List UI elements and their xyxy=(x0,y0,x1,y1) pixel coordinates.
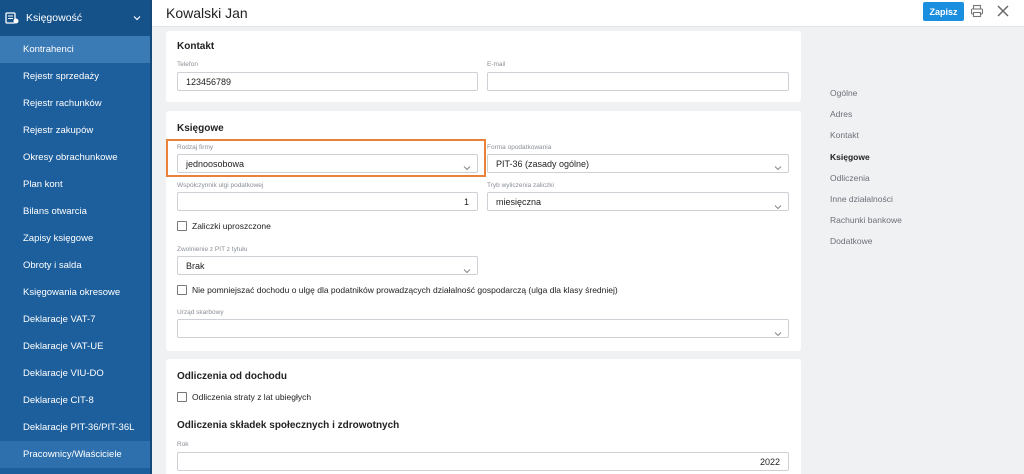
year-label: Rok xyxy=(177,441,189,448)
sidebar-item-ksiegowania-okresowe[interactable]: Księgowania okresowe xyxy=(0,279,152,306)
odliczenia-card: Odliczenia od dochodu Odliczenia straty … xyxy=(166,359,801,474)
sidebar-item-kontrahenci[interactable]: Kontrahenci xyxy=(0,36,152,63)
sidebar-item-obroty-i-salda[interactable]: Obroty i salda xyxy=(0,252,152,279)
page-title: Kowalski Jan xyxy=(166,5,248,21)
phone-label: Telefon xyxy=(177,61,198,68)
year-value: 2022 xyxy=(759,456,780,467)
print-icon[interactable] xyxy=(970,4,984,18)
right-nav-kontakt[interactable]: Kontakt xyxy=(830,130,859,140)
sidebar-item-label: Pracownicy/Właściciele xyxy=(23,449,122,460)
right-nav-odliczenia[interactable]: Odliczenia xyxy=(830,173,870,183)
simplified-label: Zaliczki uproszczone xyxy=(192,221,271,231)
pit-exempt-select[interactable]: Brak xyxy=(177,256,478,275)
ksiegowe-title: Księgowe xyxy=(177,123,224,134)
social-title: Odliczenia składek społecznych i zdrowot… xyxy=(177,420,400,431)
ksiegowe-card: Księgowe Rodzaj firmy jednoosobowa Forma… xyxy=(166,111,801,351)
sidebar-item-label: Okresy obrachunkowe xyxy=(23,152,118,163)
sidebar-item-okresy-obrachunkowe[interactable]: Okresy obrachunkowe xyxy=(0,144,152,171)
kontakt-title: Kontakt xyxy=(177,41,215,52)
firm-type-select[interactable]: jednoosobowa xyxy=(177,154,478,173)
sidebar-item-label: Deklaracje VAT-7 xyxy=(23,314,96,325)
sidebar-item-label: Obroty i salda xyxy=(23,260,82,271)
right-nav-ogolne[interactable]: Ogólne xyxy=(830,88,857,98)
relief-label: Współczynnik ulgi podatkowej xyxy=(177,182,264,189)
sidebar-item-deklaracje-pit-36[interactable]: Deklaracje PIT-36/PIT-36L xyxy=(0,414,152,441)
sidebar-item-label: Kontrahenci xyxy=(23,44,74,55)
tax-form-select[interactable]: PIT-36 (zasady ogólne) xyxy=(487,154,789,173)
simplified-checkbox[interactable] xyxy=(177,221,187,231)
email-field[interactable] xyxy=(487,72,789,91)
sidebar-section-label: Księgowość xyxy=(26,12,83,24)
odliczenia-title: Odliczenia od dochodu xyxy=(177,371,287,382)
sidebar-item-label: Deklaracje VIU-DO xyxy=(23,368,104,379)
advance-mode-label: Tryb wyliczenia zaliczki xyxy=(487,182,554,189)
right-nav-rachunki-bankowe[interactable]: Rachunki bankowe xyxy=(830,215,902,225)
sidebar-item-label: Deklaracje VAT-UE xyxy=(23,341,104,352)
phone-value: 123456789 xyxy=(186,76,232,87)
firm-type-value: jednoosobowa xyxy=(186,158,245,169)
chevron-down-icon xyxy=(463,159,471,171)
sidebar-item-label: Bilans otwarcia xyxy=(23,206,87,217)
right-nav-ksiegowe[interactable]: Księgowe xyxy=(830,152,870,162)
tax-office-select[interactable] xyxy=(177,319,789,338)
sidebar-scrollbar[interactable] xyxy=(150,0,152,474)
chevron-down-icon xyxy=(774,159,782,171)
sidebar-item-label: Deklaracje PIT-36/PIT-36L xyxy=(23,422,135,433)
sidebar-item-deklaracje-vat-ue[interactable]: Deklaracje VAT-UE xyxy=(0,333,152,360)
sidebar-item-label: Plan kont xyxy=(23,179,63,190)
chevron-down-icon xyxy=(463,262,471,274)
sidebar-item-pracownicy-wlasciciele[interactable]: Pracownicy/Właściciele xyxy=(0,441,152,468)
chevron-down-icon xyxy=(774,198,782,210)
sidebar-item-deklaracje-vat-7[interactable]: Deklaracje VAT-7 xyxy=(0,306,152,333)
right-nav-inne-dzialalnosci[interactable]: Inne działalności xyxy=(830,194,893,204)
accounting-icon xyxy=(5,11,19,25)
chevron-down-icon[interactable] xyxy=(133,13,141,21)
advance-mode-select[interactable]: miesięczna xyxy=(487,192,789,211)
loss-checkbox[interactable] xyxy=(177,392,187,402)
sidebar-item-rejestr-zakupow[interactable]: Rejestr zakupów xyxy=(0,117,152,144)
tax-form-label: Forma opodatkowania xyxy=(487,144,552,151)
kontakt-card: Kontakt Telefon 123456789 E-mail xyxy=(166,31,801,102)
chevron-down-icon xyxy=(774,325,782,337)
sidebar-item-bilans-otwarcia[interactable]: Bilans otwarcia xyxy=(0,198,152,225)
sidebar-item-deklaracje-cit-8[interactable]: Deklaracje CIT-8 xyxy=(0,387,152,414)
firm-type-label: Rodzaj firmy xyxy=(177,144,214,151)
phone-field[interactable]: 123456789 xyxy=(177,72,478,91)
sidebar-item-rejestr-sprzedazy[interactable]: Rejestr sprzedaży xyxy=(0,63,152,90)
sidebar: Księgowość Kontrahenci Rejestr sprzedaży… xyxy=(0,0,152,474)
tax-form-value: PIT-36 (zasady ogólne) xyxy=(496,158,590,169)
sidebar-item-rejestr-rachunkow[interactable]: Rejestr rachunków xyxy=(0,90,152,117)
email-label: E-mail xyxy=(487,61,506,68)
sidebar-section-ksiegowosc[interactable]: Księgowość xyxy=(0,0,152,36)
right-nav-adres[interactable]: Adres xyxy=(830,109,852,119)
sidebar-item-label: Rejestr zakupów xyxy=(23,125,94,136)
relief-value: 1 xyxy=(463,196,469,207)
right-nav-dodatkowe[interactable]: Dodatkowe xyxy=(830,236,873,246)
loss-label: Odliczenia straty z lat ubiegłych xyxy=(192,392,312,402)
pit-exempt-label: Zwolnienie z PIT z tytułu xyxy=(177,246,248,253)
no-reduce-label: Nie pomniejszać dochodu o ulgę dla podat… xyxy=(192,285,618,295)
sidebar-item-deklaracje-viu-do[interactable]: Deklaracje VIU-DO xyxy=(0,360,152,387)
close-icon[interactable] xyxy=(996,4,1010,18)
no-reduce-checkbox[interactable] xyxy=(177,285,187,295)
year-input[interactable]: 2022 xyxy=(177,452,789,471)
sidebar-item-label: Rejestr sprzedaży xyxy=(23,71,100,82)
sidebar-item-plan-kont[interactable]: Plan kont xyxy=(0,171,152,198)
tax-office-label: Urząd skarbowy xyxy=(177,309,224,316)
pit-exempt-value: Brak xyxy=(186,260,205,271)
top-bar: Kowalski Jan Zapisz xyxy=(152,0,1024,27)
sidebar-item-zapisy-ksiegowe[interactable]: Zapisy księgowe xyxy=(0,225,152,252)
sidebar-item-label: Zapisy księgowe xyxy=(23,233,94,244)
sidebar-item-label: Rejestr rachunków xyxy=(23,98,102,109)
sidebar-item-label: Księgowania okresowe xyxy=(23,287,121,298)
advance-mode-value: miesięczna xyxy=(496,196,542,207)
relief-input[interactable]: 1 xyxy=(177,192,478,211)
save-button[interactable]: Zapisz xyxy=(923,2,964,21)
sidebar-item-label: Deklaracje CIT-8 xyxy=(23,395,94,406)
